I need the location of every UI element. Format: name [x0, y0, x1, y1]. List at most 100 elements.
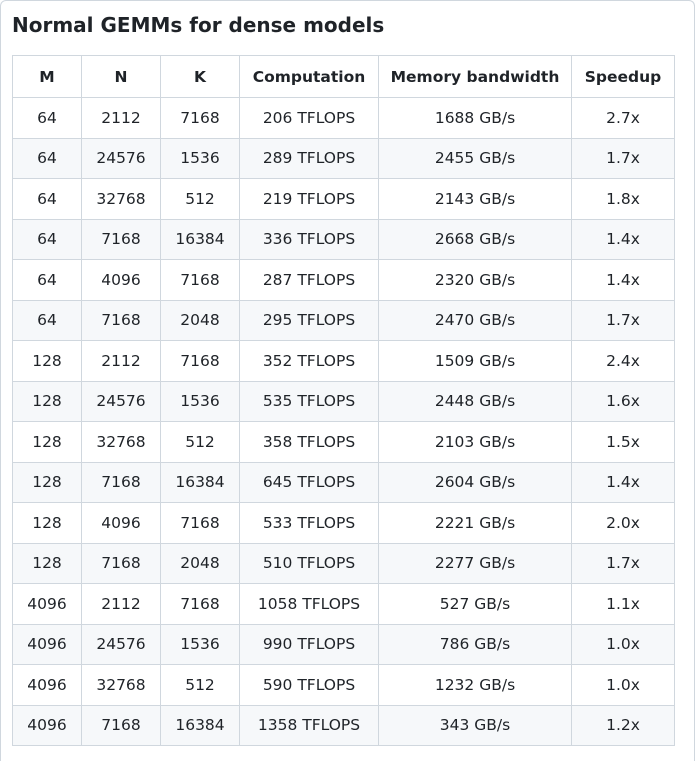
cell-speedup: 1.0x [571, 623, 675, 665]
cell-k: 16384 [160, 461, 240, 503]
table-row: 64 2112 7168 206 TFLOPS 1688 GB/s 2.7x [12, 97, 675, 139]
table-row: 128 2112 7168 352 TFLOPS 1509 GB/s 2.4x [12, 340, 675, 382]
cell-k: 512 [160, 178, 240, 220]
cell-n: 7168 [81, 461, 161, 503]
cell-speedup: 1.6x [571, 380, 675, 422]
table-row: 64 24576 1536 289 TFLOPS 2455 GB/s 1.7x [12, 137, 675, 179]
cell-k: 512 [160, 664, 240, 706]
header-row: M N K Computation Memory bandwidth Speed… [12, 55, 675, 98]
table-row: 4096 7168 16384 1358 TFLOPS 343 GB/s 1.2x [12, 704, 675, 746]
table-row: 128 32768 512 358 TFLOPS 2103 GB/s 1.5x [12, 421, 675, 463]
cell-speedup: 2.0x [571, 502, 675, 544]
table-row: 128 24576 1536 535 TFLOPS 2448 GB/s 1.6x [12, 380, 675, 422]
cell-m: 128 [12, 502, 82, 544]
cell-n: 4096 [81, 502, 161, 544]
cell-memory-bandwidth: 2103 GB/s [378, 421, 572, 463]
cell-memory-bandwidth: 1688 GB/s [378, 97, 572, 139]
cell-speedup: 1.7x [571, 542, 675, 584]
cell-computation: 1058 TFLOPS [239, 583, 379, 625]
cell-speedup: 1.2x [571, 704, 675, 746]
cell-memory-bandwidth: 2221 GB/s [378, 502, 572, 544]
cell-computation: 219 TFLOPS [239, 178, 379, 220]
cell-k: 2048 [160, 299, 240, 341]
cell-n: 32768 [81, 664, 161, 706]
cell-n: 2112 [81, 340, 161, 382]
cell-memory-bandwidth: 786 GB/s [378, 623, 572, 665]
cell-memory-bandwidth: 2277 GB/s [378, 542, 572, 584]
table-row: 4096 2112 7168 1058 TFLOPS 527 GB/s 1.1x [12, 583, 675, 625]
cell-speedup: 1.4x [571, 461, 675, 503]
cell-n: 24576 [81, 623, 161, 665]
cell-computation: 990 TFLOPS [239, 623, 379, 665]
cell-k: 7168 [160, 97, 240, 139]
cell-n: 24576 [81, 380, 161, 422]
cell-m: 128 [12, 340, 82, 382]
cell-n: 4096 [81, 259, 161, 301]
cell-n: 32768 [81, 178, 161, 220]
table-row: 4096 32768 512 590 TFLOPS 1232 GB/s 1.0x [12, 664, 675, 706]
cell-speedup: 1.1x [571, 583, 675, 625]
column-header-m: M [12, 55, 82, 98]
cell-m: 64 [12, 97, 82, 139]
cell-m: 64 [12, 299, 82, 341]
cell-n: 7168 [81, 704, 161, 746]
table-row: 128 7168 16384 645 TFLOPS 2604 GB/s 1.4x [12, 461, 675, 503]
column-header-speedup: Speedup [571, 55, 675, 98]
cell-memory-bandwidth: 2448 GB/s [378, 380, 572, 422]
cell-memory-bandwidth: 2668 GB/s [378, 218, 572, 260]
table-row: 128 7168 2048 510 TFLOPS 2277 GB/s 1.7x [12, 542, 675, 584]
cell-n: 24576 [81, 137, 161, 179]
cell-m: 4096 [12, 583, 82, 625]
document-page: Normal GEMMs for dense models M N K Comp… [0, 0, 695, 761]
cell-n: 2112 [81, 97, 161, 139]
cell-speedup: 1.7x [571, 299, 675, 341]
column-header-n: N [81, 55, 161, 98]
cell-computation: 590 TFLOPS [239, 664, 379, 706]
cell-speedup: 1.8x [571, 178, 675, 220]
cell-k: 16384 [160, 704, 240, 746]
table-header: M N K Computation Memory bandwidth Speed… [12, 55, 675, 98]
cell-k: 7168 [160, 502, 240, 544]
gemm-table: M N K Computation Memory bandwidth Speed… [12, 55, 675, 746]
cell-m: 64 [12, 178, 82, 220]
cell-n: 7168 [81, 218, 161, 260]
cell-m: 64 [12, 259, 82, 301]
cell-computation: 352 TFLOPS [239, 340, 379, 382]
cell-m: 128 [12, 461, 82, 503]
cell-computation: 645 TFLOPS [239, 461, 379, 503]
column-header-k: K [160, 55, 240, 98]
cell-computation: 295 TFLOPS [239, 299, 379, 341]
cell-memory-bandwidth: 1232 GB/s [378, 664, 572, 706]
cell-memory-bandwidth: 2320 GB/s [378, 259, 572, 301]
cell-computation: 510 TFLOPS [239, 542, 379, 584]
cell-computation: 287 TFLOPS [239, 259, 379, 301]
table-container: M N K Computation Memory bandwidth Speed… [12, 55, 675, 746]
cell-computation: 358 TFLOPS [239, 421, 379, 463]
cell-memory-bandwidth: 343 GB/s [378, 704, 572, 746]
cell-n: 7168 [81, 542, 161, 584]
cell-m: 64 [12, 137, 82, 179]
cell-m: 4096 [12, 704, 82, 746]
cell-n: 32768 [81, 421, 161, 463]
cell-computation: 336 TFLOPS [239, 218, 379, 260]
cell-speedup: 1.4x [571, 259, 675, 301]
table-row: 64 7168 16384 336 TFLOPS 2668 GB/s 1.4x [12, 218, 675, 260]
cell-k: 1536 [160, 623, 240, 665]
table-body: 64 2112 7168 206 TFLOPS 1688 GB/s 2.7x 64 2457… [12, 97, 675, 746]
cell-memory-bandwidth: 2604 GB/s [378, 461, 572, 503]
column-header-computation: Computation [239, 55, 379, 98]
cell-k: 16384 [160, 218, 240, 260]
cell-computation: 1358 TFLOPS [239, 704, 379, 746]
cell-m: 64 [12, 218, 82, 260]
cell-k: 7168 [160, 259, 240, 301]
cell-speedup: 2.4x [571, 340, 675, 382]
cell-speedup: 1.4x [571, 218, 675, 260]
cell-computation: 535 TFLOPS [239, 380, 379, 422]
cell-computation: 206 TFLOPS [239, 97, 379, 139]
table-row: 64 32768 512 219 TFLOPS 2143 GB/s 1.8x [12, 178, 675, 220]
column-header-memory-bandwidth: Memory bandwidth [378, 55, 572, 98]
cell-memory-bandwidth: 1509 GB/s [378, 340, 572, 382]
table-row: 128 4096 7168 533 TFLOPS 2221 GB/s 2.0x [12, 502, 675, 544]
table-row: 4096 24576 1536 990 TFLOPS 786 GB/s 1.0x [12, 623, 675, 665]
cell-memory-bandwidth: 2455 GB/s [378, 137, 572, 179]
